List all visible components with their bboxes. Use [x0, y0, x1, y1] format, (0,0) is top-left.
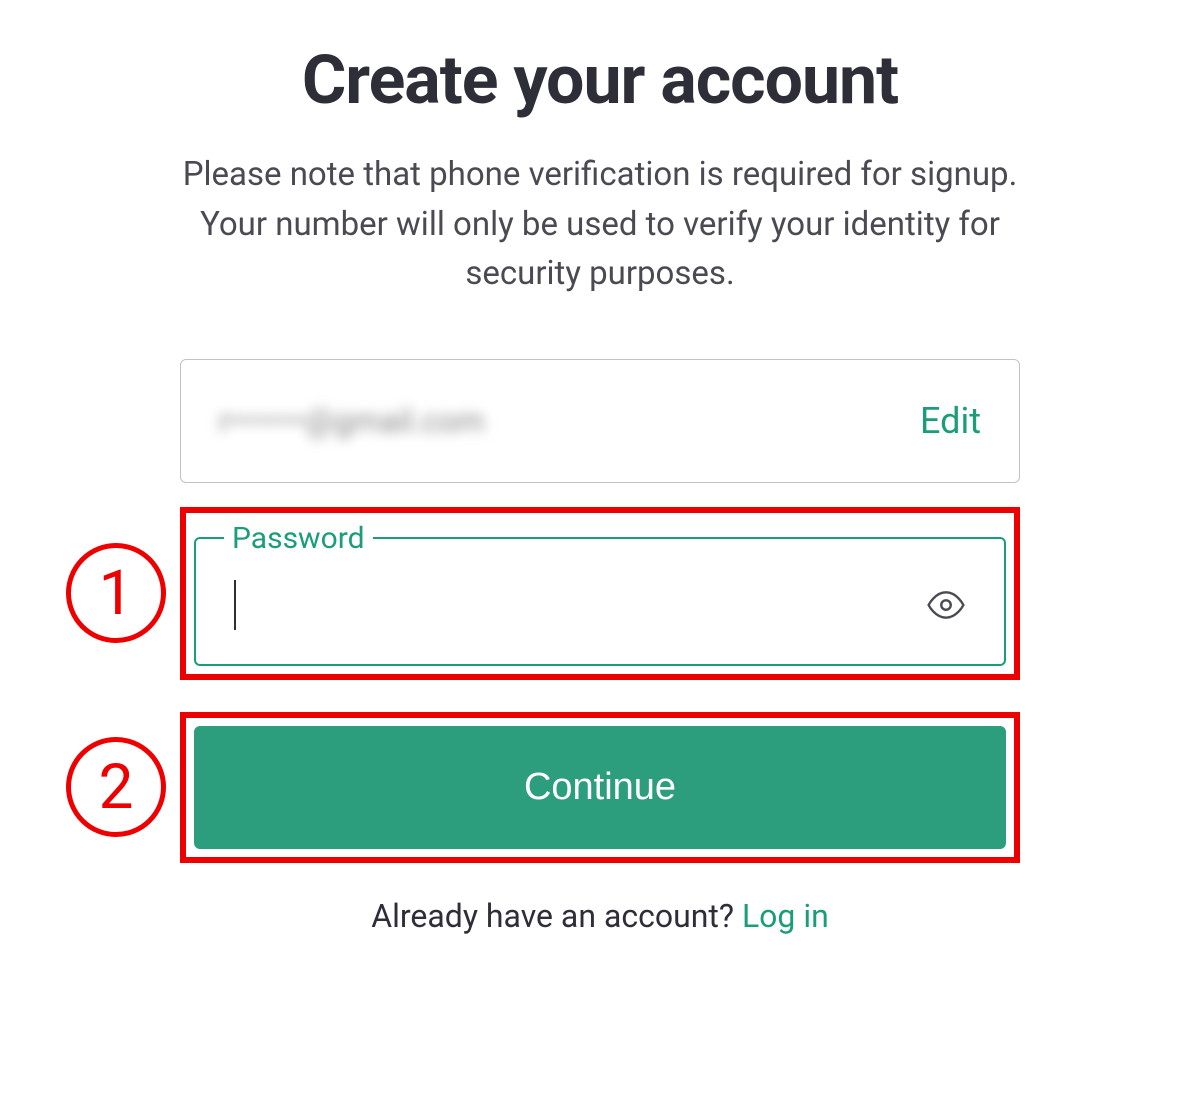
annotation-badge-1: 1: [66, 543, 166, 643]
page-subtitle: Please note that phone verification is r…: [180, 150, 1020, 299]
password-input-row: [196, 556, 1004, 664]
password-input[interactable]: [236, 582, 926, 627]
annotation-badge-2: 2: [66, 737, 166, 837]
continue-highlight-box: 2 Continue: [180, 712, 1020, 863]
page-title: Create your account: [180, 40, 1020, 120]
signup-form-container: Create your account Please note that pho…: [0, 0, 1200, 935]
show-password-icon[interactable]: [926, 585, 966, 625]
edit-email-link[interactable]: Edit: [920, 400, 981, 442]
password-highlight-box: 1 Password: [180, 507, 1020, 680]
password-fieldset: Password: [194, 521, 1006, 666]
email-value: r•••••••@gmail.com: [219, 402, 485, 440]
continue-button[interactable]: Continue: [194, 726, 1006, 849]
footer-text: Already have an account? Log in: [180, 897, 1020, 935]
password-label: Password: [224, 521, 373, 556]
footer-prompt: Already have an account?: [371, 897, 742, 935]
email-display-field: r•••••••@gmail.com Edit: [180, 359, 1020, 483]
login-link[interactable]: Log in: [742, 897, 829, 935]
